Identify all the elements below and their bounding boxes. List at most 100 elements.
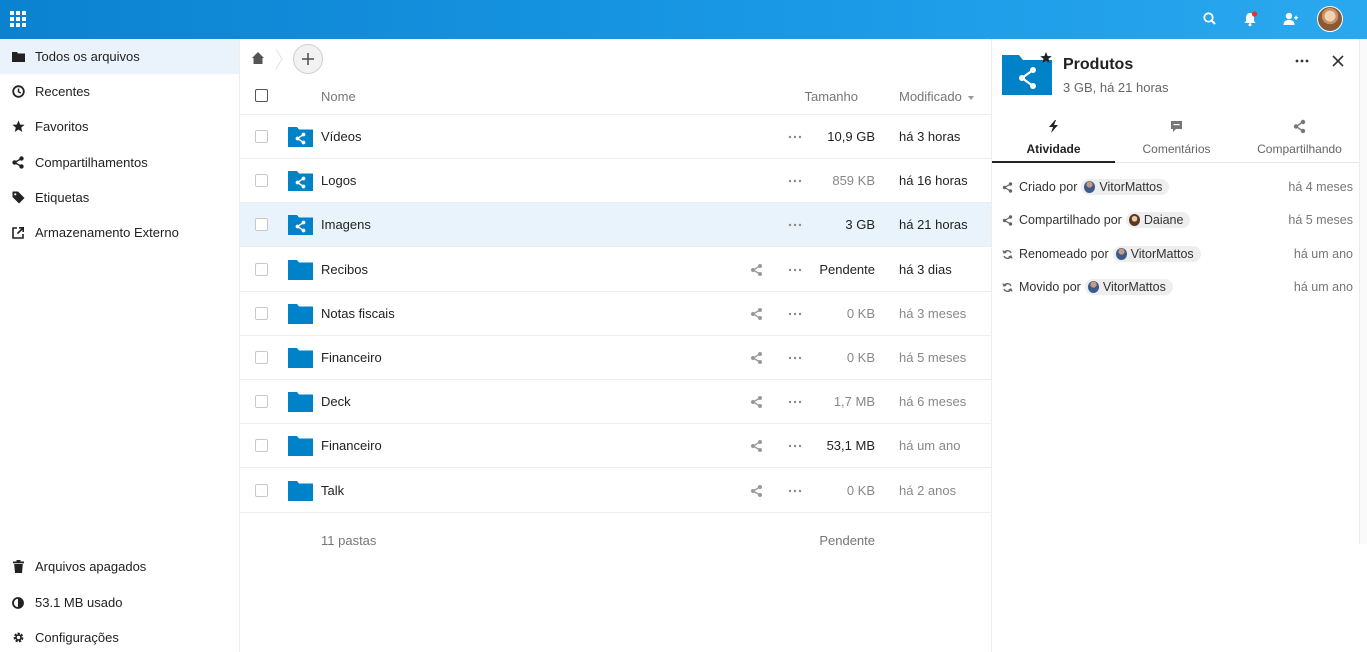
apps-grid-icon[interactable] bbox=[10, 11, 26, 27]
file-name[interactable]: Financeiro bbox=[321, 438, 382, 453]
file-name[interactable]: Imagens bbox=[321, 217, 371, 232]
share-icon[interactable] bbox=[750, 395, 763, 409]
row-checkbox[interactable] bbox=[255, 263, 268, 276]
nav-label: Etiquetas bbox=[35, 190, 90, 205]
nav-quota[interactable]: 53.1 MB usado bbox=[0, 585, 239, 620]
nav-tags[interactable]: Etiquetas bbox=[0, 180, 239, 215]
nav-settings[interactable]: Configurações bbox=[0, 620, 239, 652]
nav-all-files[interactable]: Todos os arquivos bbox=[0, 39, 239, 74]
file-name[interactable]: Notas fiscais bbox=[321, 306, 395, 321]
total-size: Pendente bbox=[819, 533, 875, 548]
more-actions-icon[interactable] bbox=[788, 267, 802, 273]
share-icon[interactable] bbox=[750, 439, 763, 453]
row-checkbox[interactable] bbox=[255, 439, 268, 452]
nav-deleted-files[interactable]: Arquivos apagados bbox=[0, 549, 239, 584]
more-actions-icon[interactable] bbox=[788, 222, 802, 228]
file-row[interactable]: Imagens 3 GB há 21 horas bbox=[240, 203, 991, 247]
user-chip[interactable]: VitorMattos bbox=[1081, 179, 1170, 195]
file-name[interactable]: Vídeos bbox=[321, 129, 361, 144]
file-row[interactable]: Recibos Pendente há 3 dias bbox=[240, 248, 991, 292]
nav-favorites[interactable]: Favoritos bbox=[0, 109, 239, 144]
more-options-icon[interactable] bbox=[1295, 58, 1309, 64]
share-icon[interactable] bbox=[750, 351, 763, 365]
more-actions-icon[interactable] bbox=[788, 399, 802, 405]
details-sidebar: Produtos 3 GB, há 21 horas Atividade Com… bbox=[991, 39, 1361, 652]
share-icon[interactable] bbox=[750, 307, 763, 321]
search-icon[interactable] bbox=[1201, 10, 1219, 28]
row-checkbox[interactable] bbox=[255, 218, 268, 231]
breadcrumb-separator bbox=[275, 48, 283, 70]
user-chip[interactable]: VitorMattos bbox=[1084, 279, 1173, 295]
select-all-checkbox[interactable] bbox=[255, 89, 268, 102]
user-chip[interactable]: VitorMattos bbox=[1112, 246, 1201, 262]
activity-item: Movido por VitorMattos há um ano bbox=[992, 273, 1360, 301]
sort-caret-icon bbox=[967, 95, 974, 100]
contacts-icon[interactable] bbox=[1281, 10, 1299, 28]
navigation-sidebar: Todos os arquivos Recentes Favoritos Com… bbox=[0, 39, 240, 652]
tab-activity[interactable]: Atividade bbox=[992, 110, 1115, 163]
row-checkbox[interactable] bbox=[255, 351, 268, 364]
activity-text: Criado por VitorMattos bbox=[1019, 179, 1170, 195]
file-row[interactable]: Logos 859 KB há 16 horas bbox=[240, 159, 991, 203]
share-icon[interactable] bbox=[750, 263, 763, 277]
file-row[interactable]: Vídeos 10,9 GB há 3 horas bbox=[240, 115, 991, 159]
external-link-icon bbox=[11, 226, 25, 240]
more-actions-icon[interactable] bbox=[788, 178, 802, 184]
file-row[interactable]: Talk 0 KB há 2 anos bbox=[240, 469, 991, 513]
file-name[interactable]: Logos bbox=[321, 173, 356, 188]
file-row[interactable]: Financeiro 0 KB há 5 meses bbox=[240, 336, 991, 380]
folder-icon bbox=[288, 304, 313, 324]
more-actions-icon[interactable] bbox=[788, 311, 802, 317]
more-actions-icon[interactable] bbox=[788, 488, 802, 494]
row-checkbox[interactable] bbox=[255, 484, 268, 497]
folder-icon bbox=[288, 260, 313, 280]
file-row[interactable]: Financeiro 53,1 MB há um ano bbox=[240, 424, 991, 468]
more-actions-icon[interactable] bbox=[788, 355, 802, 361]
nav-recent[interactable]: Recentes bbox=[0, 74, 239, 109]
refresh-icon bbox=[1002, 249, 1013, 260]
activity-text: Renomeado por VitorMattos bbox=[1019, 246, 1201, 262]
row-checkbox[interactable] bbox=[255, 130, 268, 143]
file-name[interactable]: Talk bbox=[321, 483, 344, 498]
more-actions-icon[interactable] bbox=[788, 134, 802, 140]
user-chip[interactable]: Daiane bbox=[1125, 212, 1191, 228]
folder-icon bbox=[288, 481, 313, 501]
scrollbar[interactable] bbox=[1359, 39, 1367, 544]
tag-icon bbox=[11, 191, 25, 205]
new-button[interactable] bbox=[293, 44, 323, 74]
row-checkbox[interactable] bbox=[255, 174, 268, 187]
activity-text: Compartilhado por Daiane bbox=[1019, 212, 1191, 228]
nav-external-storage[interactable]: Armazenamento Externo bbox=[0, 215, 239, 250]
file-row[interactable]: Notas fiscais 0 KB há 3 meses bbox=[240, 292, 991, 336]
file-name[interactable]: Financeiro bbox=[321, 350, 382, 365]
activity-time: há um ano bbox=[1293, 247, 1353, 261]
tab-comments[interactable]: Comentários bbox=[1115, 110, 1238, 163]
more-actions-icon[interactable] bbox=[788, 443, 802, 449]
file-name[interactable]: Recibos bbox=[321, 262, 368, 277]
file-modified: há 16 horas bbox=[899, 173, 968, 188]
shared-folder-icon bbox=[288, 215, 313, 235]
nav-label: Favoritos bbox=[35, 119, 89, 134]
column-size[interactable]: Tamanho bbox=[805, 89, 858, 104]
folder-count: 11 pastas bbox=[321, 533, 377, 548]
row-checkbox[interactable] bbox=[255, 307, 268, 320]
tab-sharing[interactable]: Compartilhando bbox=[1238, 110, 1361, 163]
activity-item: Criado por VitorMattos há 4 meses bbox=[992, 173, 1360, 201]
shared-folder-icon bbox=[1002, 52, 1052, 95]
activity-time: há 4 meses bbox=[1288, 180, 1353, 194]
user-avatar[interactable] bbox=[1317, 6, 1343, 32]
shared-folder-icon bbox=[288, 127, 313, 147]
row-checkbox[interactable] bbox=[255, 395, 268, 408]
file-list-header: Nome Tamanho Modificado bbox=[240, 77, 991, 115]
home-icon[interactable] bbox=[251, 51, 265, 65]
nav-shares[interactable]: Compartilhamentos bbox=[0, 145, 239, 180]
file-name[interactable]: Deck bbox=[321, 394, 351, 409]
column-modified[interactable]: Modificado bbox=[899, 89, 974, 104]
file-row[interactable]: Deck 1,7 MB há 6 meses bbox=[240, 380, 991, 424]
share-icon[interactable] bbox=[750, 484, 763, 498]
column-name[interactable]: Nome bbox=[321, 89, 356, 104]
bell-icon[interactable] bbox=[1241, 10, 1259, 28]
close-icon[interactable] bbox=[1332, 55, 1344, 67]
nav-label: Armazenamento Externo bbox=[35, 225, 179, 240]
folder-icon bbox=[288, 348, 313, 368]
